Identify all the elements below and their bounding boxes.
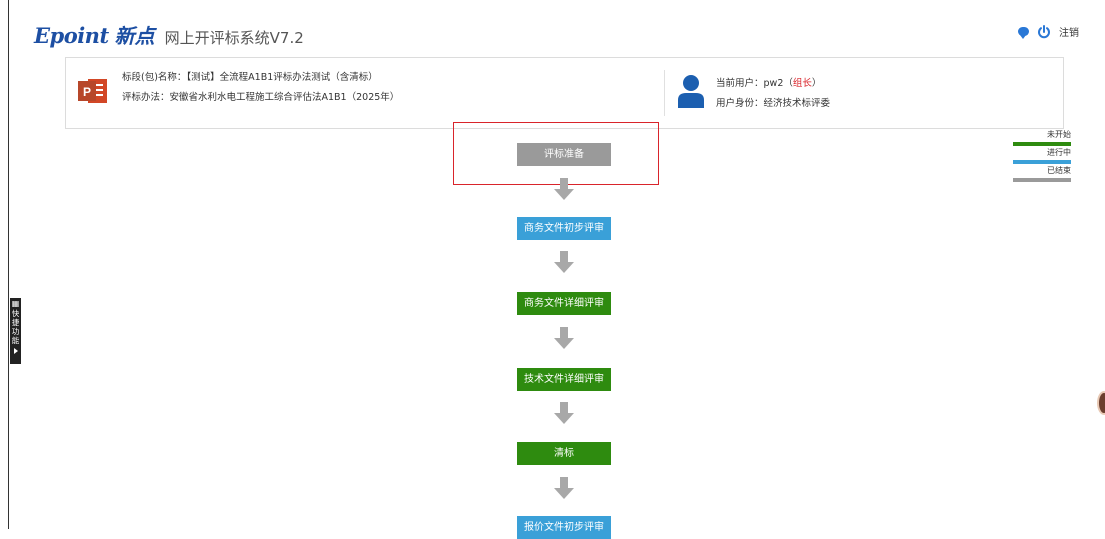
step-evaluation-prep[interactable]: 评标准备 (517, 143, 611, 166)
logo-brand-en: Epoint (34, 23, 109, 48)
flow-arrow-down (554, 327, 574, 351)
role-paren-close: ） (811, 78, 822, 89)
user-identity: 用户身份：经济技术标评委 (716, 98, 831, 109)
evaluation-method: 评标办法：安徽省水利水电工程施工综合评估法A1B1（2025年） (122, 92, 400, 103)
header-actions: 注销 (1018, 24, 1079, 39)
quick-tab-char: 捷 (11, 318, 20, 327)
chat-bubble-icon[interactable] (1018, 27, 1029, 39)
current-user-line: 当前用户：pw2（组长） (716, 74, 830, 94)
quick-functions-tab[interactable]: ▦ 快 捷 功 能 (10, 298, 21, 364)
system-title: 网上开评标系统V7.2 (164, 29, 304, 47)
legend-label-in-progress: 进行中 (1047, 148, 1071, 157)
powerpoint-file-icon: P (78, 79, 107, 103)
flow-arrow-down (554, 402, 574, 426)
step-bid-clearing[interactable]: 清标 (517, 442, 611, 465)
power-icon[interactable] (1037, 24, 1051, 39)
legend-bar-not-started (1013, 142, 1071, 146)
legend-label-finished: 已结束 (1047, 166, 1071, 175)
floating-assistant-avatar[interactable] (1097, 391, 1105, 415)
step-price-preliminary[interactable]: 报价文件初步评审 (517, 516, 611, 539)
logout-link[interactable]: 注销 (1059, 24, 1079, 39)
status-legend: 未开始 进行中 已结束 (1013, 130, 1071, 184)
project-info-panel: P 标段(包)名称：【测试】全流程A1B1评标办法测试（含清标） 评标办法：安徽… (65, 57, 1064, 129)
left-border-line (8, 0, 9, 529)
flow-arrow-down (554, 178, 574, 202)
flow-arrow-down (554, 251, 574, 275)
current-user-name: pw2 (763, 78, 784, 89)
step-business-preliminary[interactable]: 商务文件初步评审 (517, 217, 611, 240)
svg-text:P: P (83, 85, 91, 99)
legend-bar-in-progress (1013, 160, 1071, 164)
quick-tab-char: 快 (11, 309, 20, 318)
quick-tab-char: 能 (11, 336, 20, 345)
user-avatar-icon (678, 75, 704, 108)
legend-bar-finished (1013, 178, 1071, 182)
user-role: 组长 (792, 78, 812, 89)
grid-icon: ▦ (11, 299, 20, 308)
info-divider (664, 70, 665, 116)
app-logo: Epoint 新点 网上开评标系统V7.2 (34, 20, 304, 49)
legend-label-not-started: 未开始 (1047, 130, 1071, 139)
bid-section-name: 标段(包)名称：【测试】全流程A1B1评标办法测试（含清标） (122, 72, 378, 83)
quick-tab-char: 功 (11, 327, 20, 336)
role-paren-open: （ (783, 78, 793, 89)
step-technical-detailed[interactable]: 技术文件详细评审 (517, 368, 611, 391)
logo-brand-cn: 新点 (114, 24, 155, 48)
step-business-detailed[interactable]: 商务文件详细评审 (517, 292, 611, 315)
current-user-label: 当前用户： (716, 78, 764, 89)
flow-arrow-down (554, 477, 574, 501)
expand-arrow-icon (14, 348, 18, 354)
